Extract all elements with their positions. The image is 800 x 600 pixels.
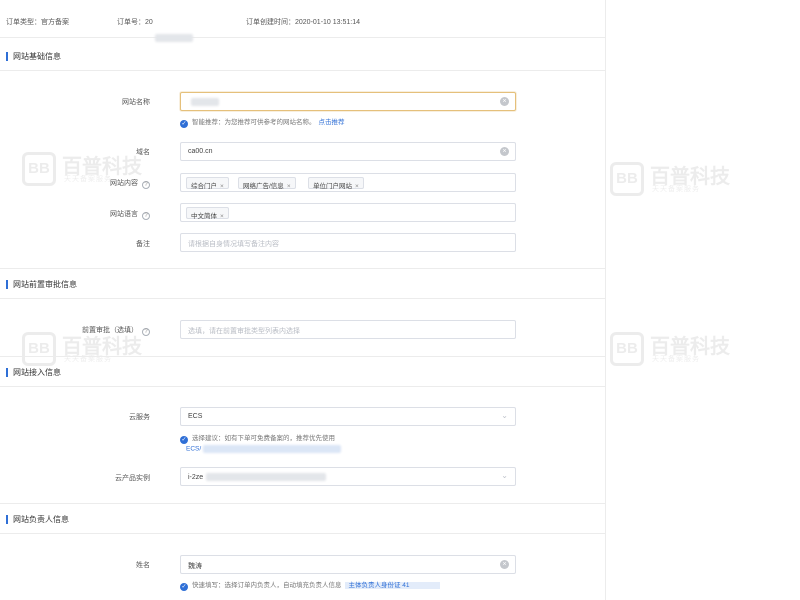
divider [0,298,606,299]
section-title-owner: 网站负责人信息 [6,515,69,524]
domain-input[interactable]: ca00.cn × [180,142,516,161]
divider [0,503,606,504]
provider-hint-text: 选择建议：如有下单可免费备案的，推荐优先使用 [192,435,335,442]
watermark-logo-mark: BB [610,332,644,366]
provider-hint-link[interactable]: ECS/ [186,446,201,453]
recommend-link[interactable]: 点击推荐 [319,119,345,126]
provider-select[interactable]: ECS ⌄ [180,407,516,426]
section-title-access: 网站接入信息 [6,368,61,377]
pre-approval-label-text: 前置审批（选填） [82,327,138,334]
help-icon[interactable]: ? [142,212,150,220]
site-language-multiselect[interactable]: 中文简体 × [180,203,516,222]
divider [0,70,606,71]
close-icon[interactable]: × [220,183,224,190]
order-created-time: 订单创建时间：2020-01-10 13:51:14 [246,19,360,26]
help-icon[interactable]: ? [142,181,150,189]
pre-approval-label: 前置审批（选填）? [0,325,150,336]
site-name-input[interactable]: × [180,92,516,111]
watermark-logo: BB 百普科技 天天备案服务 [610,330,750,370]
language-tag: 中文简体 × [186,207,229,220]
owner-quickfill-link[interactable]: 主体负责人身份证 41 [344,582,440,589]
pre-approval-select[interactable]: 选填，请在前置审批类型列表内选择 [180,320,516,339]
owner-name-value: 魏涛 [188,563,202,570]
remark-label: 备注 [136,241,150,248]
instance-value-text: i-2ze [188,473,204,481]
order-number: 订单号：20 [117,17,193,42]
site-content-label-text: 网站内容 [110,180,138,187]
instance-label: 云产品实例 [115,475,150,482]
clear-icon[interactable]: × [500,147,509,156]
content-tag: 网络广告/信息 × [238,177,296,190]
content-tag-label: 综合门户 [191,183,217,190]
close-icon[interactable]: × [355,183,359,190]
content-tag-label: 网络广告/信息 [243,183,284,190]
filing-form-panel: 订单类型：官方备案 订单号：20 订单创建时间：2020-01-10 13:51… [0,0,606,600]
remark-placeholder: 请根据自身情况填写备注内容 [188,241,279,248]
provider-label: 云服务 [129,414,150,421]
site-content-label: 网站内容? [0,178,150,189]
section-title-approval: 网站前置审批信息 [6,280,77,289]
site-name-redacted [191,98,219,106]
content-tag: 单位门户网站 × [308,177,364,190]
site-content-multiselect[interactable]: 综合门户 × 网络广告/信息 × 单位门户网站 × [180,173,516,192]
info-icon: ✓ [180,120,188,128]
order-number-redacted [154,34,193,42]
domain-label: 域名 [136,149,150,156]
owner-hint: ✓ 快速填写：选择订单内负责人，自动填充负责人信息 主体负责人身份证 41 [180,579,440,591]
provider-hint: ✓ 选择建议：如有下单可免费备案的，推荐优先使用 [180,432,335,444]
watermark-logo-mark: BB [610,162,644,196]
owner-hint-text: 快速填写：选择订单内负责人，自动填充负责人信息 [192,582,342,589]
watermark-sub: 天天备案服务 [652,186,700,193]
info-icon: ✓ [180,436,188,444]
language-tag-label: 中文简体 [191,213,217,220]
provider-hint-line2: ECS/ [186,445,342,453]
divider [0,268,606,269]
clear-icon[interactable]: × [500,560,509,569]
site-language-label-text: 网站语言 [110,211,138,218]
watermark-sub: 天天备案服务 [652,356,700,363]
provider-hint-redacted [203,445,342,453]
instance-value: i-2ze [188,473,327,481]
chevron-down-icon: ⌄ [501,411,508,420]
owner-name-input[interactable]: 魏涛 × [180,555,516,574]
watermark-logo: BB 百普科技 天天备案服务 [610,160,750,200]
provider-value: ECS [188,413,203,420]
remark-input[interactable]: 请根据自身情况填写备注内容 [180,233,516,252]
site-name-hint: ✓ 智能推荐：为您推荐可供参考的网站名称。 点击推荐 [180,116,345,128]
domain-value: ca00.cn [188,148,213,155]
content-tag: 综合门户 × [186,177,229,190]
chevron-down-icon: ⌄ [501,471,508,480]
divider [0,533,606,534]
pre-approval-placeholder: 选填，请在前置审批类型列表内选择 [188,328,300,335]
close-icon[interactable]: × [287,183,291,190]
close-icon[interactable]: × [220,213,224,220]
help-icon[interactable]: ? [142,328,150,336]
content-tag-label: 单位门户网站 [313,183,352,190]
owner-name-label: 姓名 [136,562,150,569]
site-name-label: 网站名称 [122,99,150,106]
clear-icon[interactable]: × [500,97,509,106]
site-name-hint-text: 智能推荐：为您推荐可供参考的网站名称。 [192,119,316,126]
divider [0,356,606,357]
instance-redacted [206,473,327,481]
info-icon: ✓ [180,583,188,591]
order-info-bar: 订单类型：官方备案 订单号：20 订单创建时间：2020-01-10 13:51… [0,0,606,42]
order-number-label: 订单号：20 [117,19,153,26]
section-title-basic: 网站基础信息 [6,52,61,61]
divider [0,386,606,387]
order-type: 订单类型：官方备案 [6,19,69,26]
instance-select[interactable]: i-2ze ⌄ [180,467,516,486]
site-language-label: 网站语言? [0,209,150,220]
